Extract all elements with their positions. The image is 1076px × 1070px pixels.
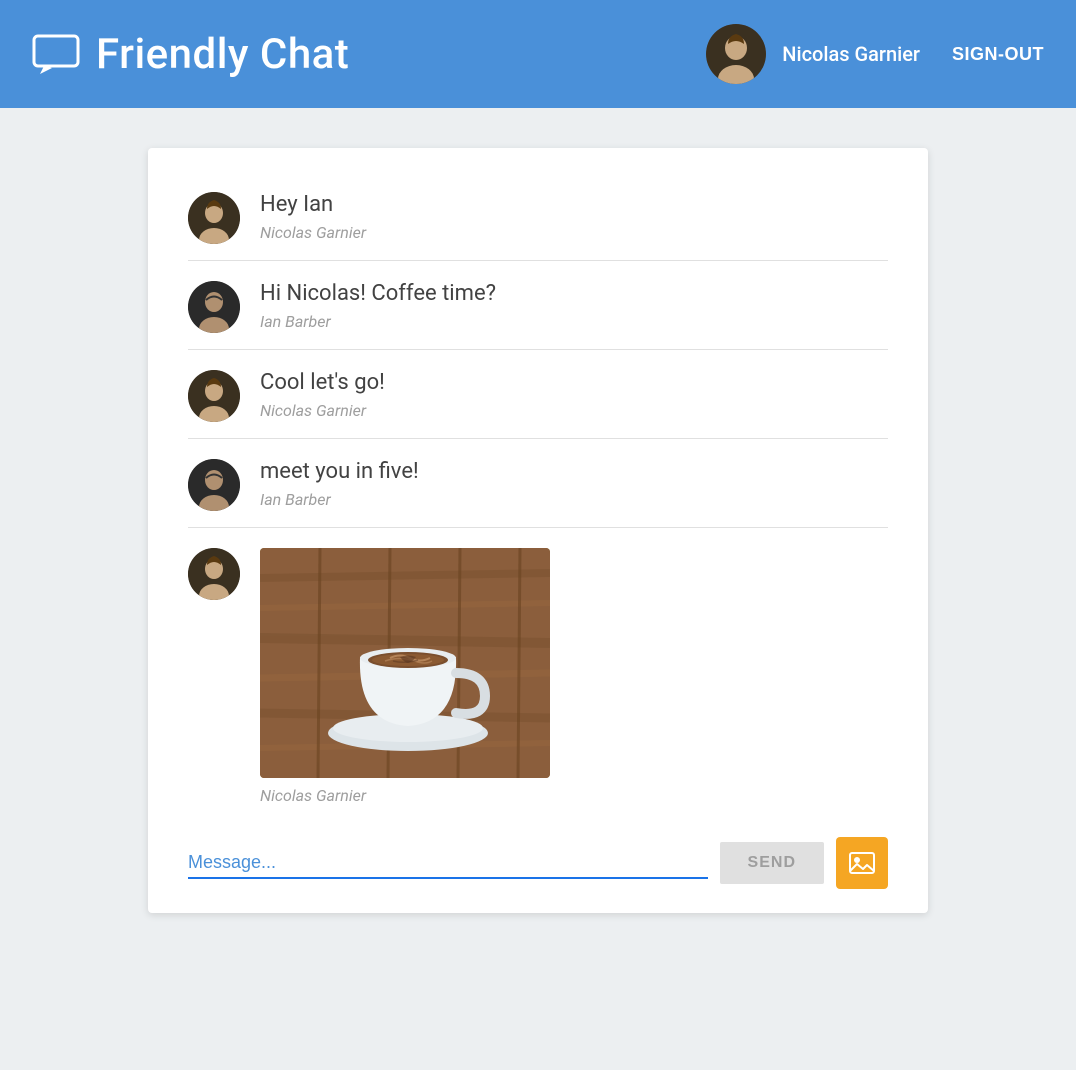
message-input-container xyxy=(188,848,708,879)
message-item: Nicolas Garnier xyxy=(188,528,888,821)
avatar xyxy=(188,370,240,422)
send-button[interactable]: SEND xyxy=(720,842,824,884)
image-upload-button[interactable] xyxy=(836,837,888,889)
message-item: meet you in five! Ian Barber xyxy=(188,439,888,528)
message-body: Cool let's go! Nicolas Garnier xyxy=(260,370,888,420)
message-author: Nicolas Garnier xyxy=(260,786,888,805)
header-user-info: Nicolas Garnier SIGN-OUT xyxy=(706,24,1044,84)
avatar xyxy=(188,192,240,244)
avatar xyxy=(188,548,240,600)
sign-out-button[interactable]: SIGN-OUT xyxy=(952,44,1044,65)
message-text: Hey Ian xyxy=(260,192,888,217)
message-author: Nicolas Garnier xyxy=(260,223,888,242)
message-author: Ian Barber xyxy=(260,312,888,331)
message-text: Hi Nicolas! Coffee time? xyxy=(260,281,888,306)
message-text: meet you in five! xyxy=(260,459,888,484)
app-title: Friendly Chat xyxy=(96,30,349,79)
message-input-wrapper: SEND xyxy=(188,837,888,889)
input-area: SEND xyxy=(148,821,928,913)
message-input[interactable] xyxy=(188,848,708,879)
message-author: Nicolas Garnier xyxy=(260,401,888,420)
message-body: Nicolas Garnier xyxy=(260,548,888,805)
avatar xyxy=(188,459,240,511)
image-icon xyxy=(848,849,876,877)
messages-list: Hey Ian Nicolas Garnier Hi Nicolas! Coff… xyxy=(148,172,928,821)
avatar xyxy=(188,281,240,333)
chat-container: Hey Ian Nicolas Garnier Hi Nicolas! Coff… xyxy=(148,148,928,913)
app-logo: Friendly Chat xyxy=(32,30,706,79)
message-item: Cool let's go! Nicolas Garnier xyxy=(188,350,888,439)
app-header: Friendly Chat Nicolas Garnier SIGN-OUT xyxy=(0,0,1076,108)
message-item: Hi Nicolas! Coffee time? Ian Barber xyxy=(188,261,888,350)
chat-icon xyxy=(32,34,80,74)
header-user-name: Nicolas Garnier xyxy=(782,42,920,66)
main-content: Hey Ian Nicolas Garnier Hi Nicolas! Coff… xyxy=(0,108,1076,953)
message-image xyxy=(260,548,550,778)
message-item: Hey Ian Nicolas Garnier xyxy=(188,172,888,261)
message-body: Hey Ian Nicolas Garnier xyxy=(260,192,888,242)
message-text: Cool let's go! xyxy=(260,370,888,395)
header-user-avatar xyxy=(706,24,766,84)
message-body: meet you in five! Ian Barber xyxy=(260,459,888,509)
message-author: Ian Barber xyxy=(260,490,888,509)
message-body: Hi Nicolas! Coffee time? Ian Barber xyxy=(260,281,888,331)
